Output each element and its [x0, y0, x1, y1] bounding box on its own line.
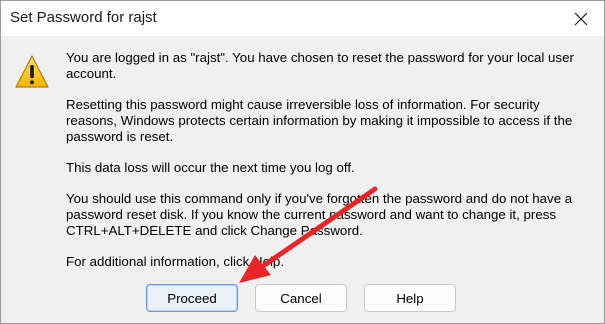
title-bar: Set Password for rajst — [1, 1, 604, 36]
help-button[interactable]: Help — [364, 284, 456, 312]
message-paragraph: You should use this command only if you'… — [66, 191, 573, 238]
proceed-button[interactable]: Proceed — [146, 284, 238, 312]
message-paragraph: This data loss will occur the next time … — [66, 160, 355, 175]
close-icon — [574, 12, 588, 25]
message-paragraph: Resetting this password might cause irre… — [66, 97, 573, 144]
close-button[interactable] — [558, 1, 604, 36]
password-dialog: Set Password for rajst You are logged in… — [0, 0, 605, 324]
window-title: Set Password for rajst — [10, 9, 157, 26]
message-paragraph: For additional information, click Help. — [66, 254, 285, 269]
cancel-button[interactable]: Cancel — [255, 284, 347, 312]
warning-icon — [15, 55, 49, 88]
message-paragraph: You are logged in as "rajst". You have c… — [66, 50, 574, 81]
message-body: You are logged in as "rajst". You have c… — [66, 50, 586, 285]
